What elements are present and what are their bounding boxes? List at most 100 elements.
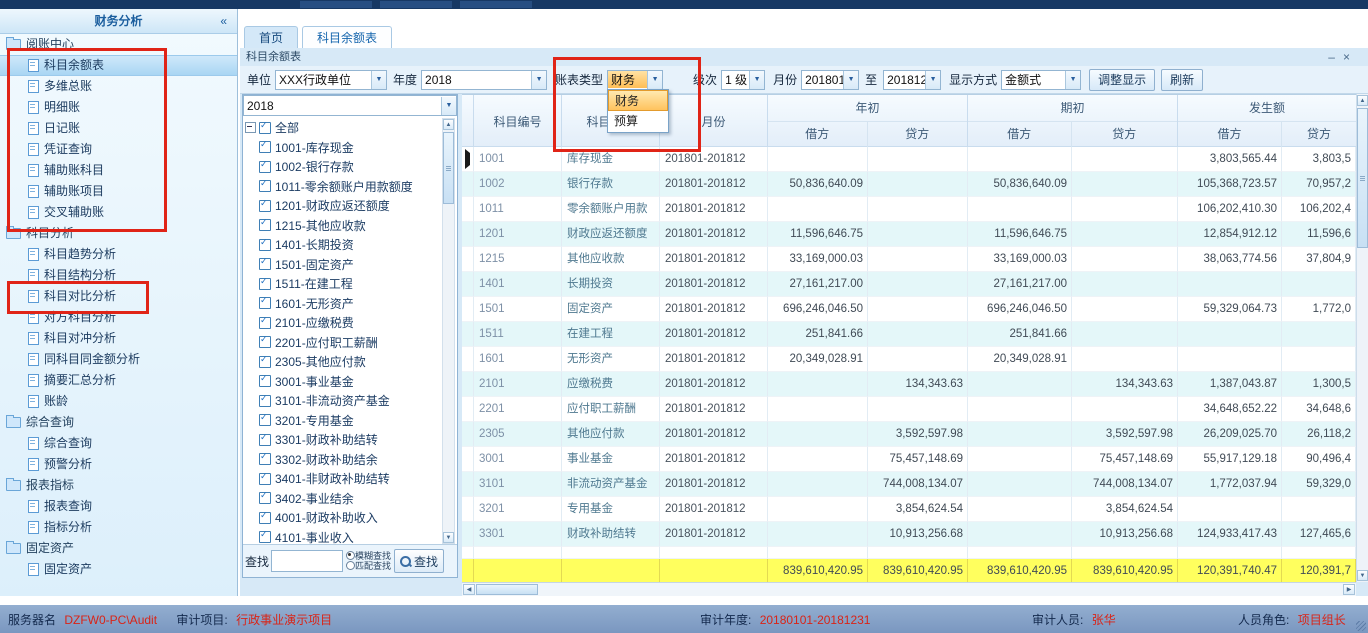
sidebar-item-账龄[interactable]: 账龄 [0, 391, 237, 412]
checkbox-icon[interactable] [259, 531, 271, 543]
scroll-up-icon[interactable]: ▲ [1357, 95, 1368, 106]
sidebar-item-多维总账[interactable]: 多维总账 [0, 76, 237, 97]
fuzzy-radio[interactable] [346, 551, 355, 560]
sidebar-group-阅账中心[interactable]: 阅账中心 [0, 34, 237, 55]
level-select[interactable]: 1 级▼ [721, 70, 765, 90]
sidebar-group-报表指标[interactable]: 报表指标 [0, 475, 237, 496]
checkbox-icon[interactable] [259, 356, 271, 368]
sidebar-item-交叉辅助账[interactable]: 交叉辅助账 [0, 202, 237, 223]
scroll-down-icon[interactable]: ▼ [1357, 570, 1368, 581]
tree-node-3301[interactable]: 3301-财政补助结转 [245, 430, 443, 450]
unit-select[interactable]: XXX行政单位▼ [275, 70, 387, 90]
checkbox-icon[interactable] [259, 512, 271, 524]
table-row-1215[interactable]: 1215其他应收款201801-20181233,169,000.0333,16… [462, 247, 1356, 272]
tree-node-1401[interactable]: 1401-长期投资 [245, 235, 443, 255]
ledger-type-select[interactable]: 财务▼ [607, 70, 663, 90]
table-row-2201[interactable]: 2201应付职工薪酬201801-20181234,648,652.2234,6… [462, 397, 1356, 422]
checkbox-icon[interactable] [259, 258, 271, 270]
chevron-down-icon[interactable]: ▼ [749, 71, 764, 89]
sidebar-item-报表查询[interactable]: 报表查询 [0, 496, 237, 517]
checkbox-icon[interactable] [259, 473, 271, 485]
table-row-1501[interactable]: 1501固定资产201801-201812696,246,046.50696,2… [462, 297, 1356, 322]
table-row-2305[interactable]: 2305其他应付款201801-2018123,592,597.983,592,… [462, 422, 1356, 447]
tab-首页[interactable]: 首页 [244, 26, 298, 48]
chevron-down-icon[interactable]: ▼ [531, 71, 546, 89]
tree-node-1601[interactable]: 1601-无形资产 [245, 294, 443, 314]
month-to-select[interactable]: 201812▼ [883, 70, 941, 90]
checkbox-icon[interactable] [259, 161, 271, 173]
tree-node-2201[interactable]: 2201-应付职工薪酬 [245, 333, 443, 353]
tree-node-1201[interactable]: 1201-财政应返还额度 [245, 196, 443, 216]
sidebar-item-同科目同金额分析[interactable]: 同科目同金额分析 [0, 349, 237, 370]
tree-node-1501[interactable]: 1501-固定资产 [245, 255, 443, 275]
checkbox-icon[interactable] [259, 375, 271, 387]
year-select[interactable]: 2018▼ [421, 70, 547, 90]
display-mode-select[interactable]: 金额式▼ [1001, 70, 1081, 90]
table-row-3301[interactable]: 3301财政补助结转201801-20181210,913,256.6810,9… [462, 522, 1356, 547]
tree-node-3201[interactable]: 3201-专用基金 [245, 411, 443, 431]
checkbox-icon[interactable] [259, 395, 271, 407]
sidebar-group-综合查询[interactable]: 综合查询 [0, 412, 237, 433]
table-row-3101[interactable]: 3101非流动资产基金201801-201812744,008,134.0774… [462, 472, 1356, 497]
scroll-down-icon[interactable]: ▼ [443, 532, 454, 543]
checkbox-icon[interactable] [259, 122, 271, 134]
checkbox-icon[interactable] [259, 336, 271, 348]
dropdown-option-财务[interactable]: 财务 [608, 90, 668, 111]
table-row-3201[interactable]: 3201专用基金201801-2018123,854,624.543,854,6… [462, 497, 1356, 522]
panel-close-button[interactable]: × [1343, 50, 1358, 64]
checkbox-icon[interactable] [259, 317, 271, 329]
sidebar-item-固定资产[interactable]: 固定资产 [0, 559, 237, 580]
tree-node-4001[interactable]: 4001-财政补助收入 [245, 508, 443, 528]
checkbox-icon[interactable] [259, 219, 271, 231]
sidebar-item-辅助账项目[interactable]: 辅助账项目 [0, 181, 237, 202]
search-input[interactable] [271, 550, 343, 572]
chevron-down-icon[interactable]: ▼ [371, 71, 386, 89]
table-row-1401[interactable]: 1401长期投资201801-20181227,161,217.0027,161… [462, 272, 1356, 297]
tab-科目余额表[interactable]: 科目余额表 [302, 26, 392, 48]
checkbox-icon[interactable] [259, 180, 271, 192]
adjust-display-button[interactable]: 调整显示 [1089, 69, 1155, 91]
sidebar-item-对方科目分析[interactable]: 对方科目分析 [0, 307, 237, 328]
month-from-select[interactable]: 201801▼ [801, 70, 859, 90]
checkbox-icon[interactable] [259, 278, 271, 290]
sidebar-item-科目对比分析[interactable]: 科目对比分析 [0, 286, 237, 307]
table-row-1511[interactable]: 1511在建工程201801-201812251,841.66251,841.6… [462, 322, 1356, 347]
tree-node-3001[interactable]: 3001-事业基金 [245, 372, 443, 392]
sidebar-item-科目趋势分析[interactable]: 科目趋势分析 [0, 244, 237, 265]
table-row-1601[interactable]: 1601无形资产201801-20181220,349,028.9120,349… [462, 347, 1356, 372]
checkbox-icon[interactable] [259, 434, 271, 446]
search-button[interactable]: 查找 [394, 549, 444, 573]
chevron-down-icon[interactable]: ▼ [925, 71, 940, 89]
tree-node-1215[interactable]: 1215-其他应收款 [245, 216, 443, 236]
sidebar-item-日记账[interactable]: 日记账 [0, 118, 237, 139]
chevron-down-icon[interactable]: ▼ [441, 97, 456, 115]
table-row-1002[interactable]: 1002银行存款201801-20181250,836,640.0950,836… [462, 172, 1356, 197]
tree-node-2305[interactable]: 2305-其他应付款 [245, 352, 443, 372]
sidebar-collapse-icon[interactable]: « [220, 9, 227, 33]
chevron-down-icon[interactable]: ▼ [1065, 71, 1080, 89]
checkbox-icon[interactable] [259, 297, 271, 309]
table-row-1011[interactable]: 1011零余额账户用款201801-201812106,202,410.3010… [462, 197, 1356, 222]
table-row-2101[interactable]: 2101应缴税费201801-201812134,343.63134,343.6… [462, 372, 1356, 397]
tree-scrollbar-thumb[interactable] [443, 132, 454, 204]
checkbox-icon[interactable] [259, 141, 271, 153]
grid-vscrollbar-thumb[interactable] [1357, 108, 1368, 248]
table-row-1001[interactable]: 1001库存现金201801-2018123,803,565.443,803,5 [462, 147, 1356, 172]
sidebar-item-凭证查询[interactable]: 凭证查询 [0, 139, 237, 160]
sidebar-item-科目对冲分析[interactable]: 科目对冲分析 [0, 328, 237, 349]
table-row-3001[interactable]: 3001事业基金201801-20181275,457,148.6975,457… [462, 447, 1356, 472]
tree-year-select[interactable]: 2018▼ [243, 95, 457, 116]
tree-node-1511[interactable]: 1511-在建工程 [245, 274, 443, 294]
checkbox-icon[interactable] [259, 492, 271, 504]
tree-node-1011[interactable]: 1011-零余额账户用款额度 [245, 177, 443, 197]
exact-radio[interactable] [346, 561, 355, 570]
tree-node-1002[interactable]: 1002-银行存款 [245, 157, 443, 177]
tree-node-3302[interactable]: 3302-财政补助结余 [245, 450, 443, 470]
tree-node-3101[interactable]: 3101-非流动资产基金 [245, 391, 443, 411]
checkbox-icon[interactable] [259, 200, 271, 212]
sidebar-item-科目余额表[interactable]: 科目余额表 [0, 55, 237, 76]
collapse-box-icon[interactable] [245, 122, 256, 133]
checkbox-icon[interactable] [259, 239, 271, 251]
table-row-1201[interactable]: 1201财政应返还额度201801-20181211,596,646.7511,… [462, 222, 1356, 247]
sidebar-item-综合查询[interactable]: 综合查询 [0, 433, 237, 454]
